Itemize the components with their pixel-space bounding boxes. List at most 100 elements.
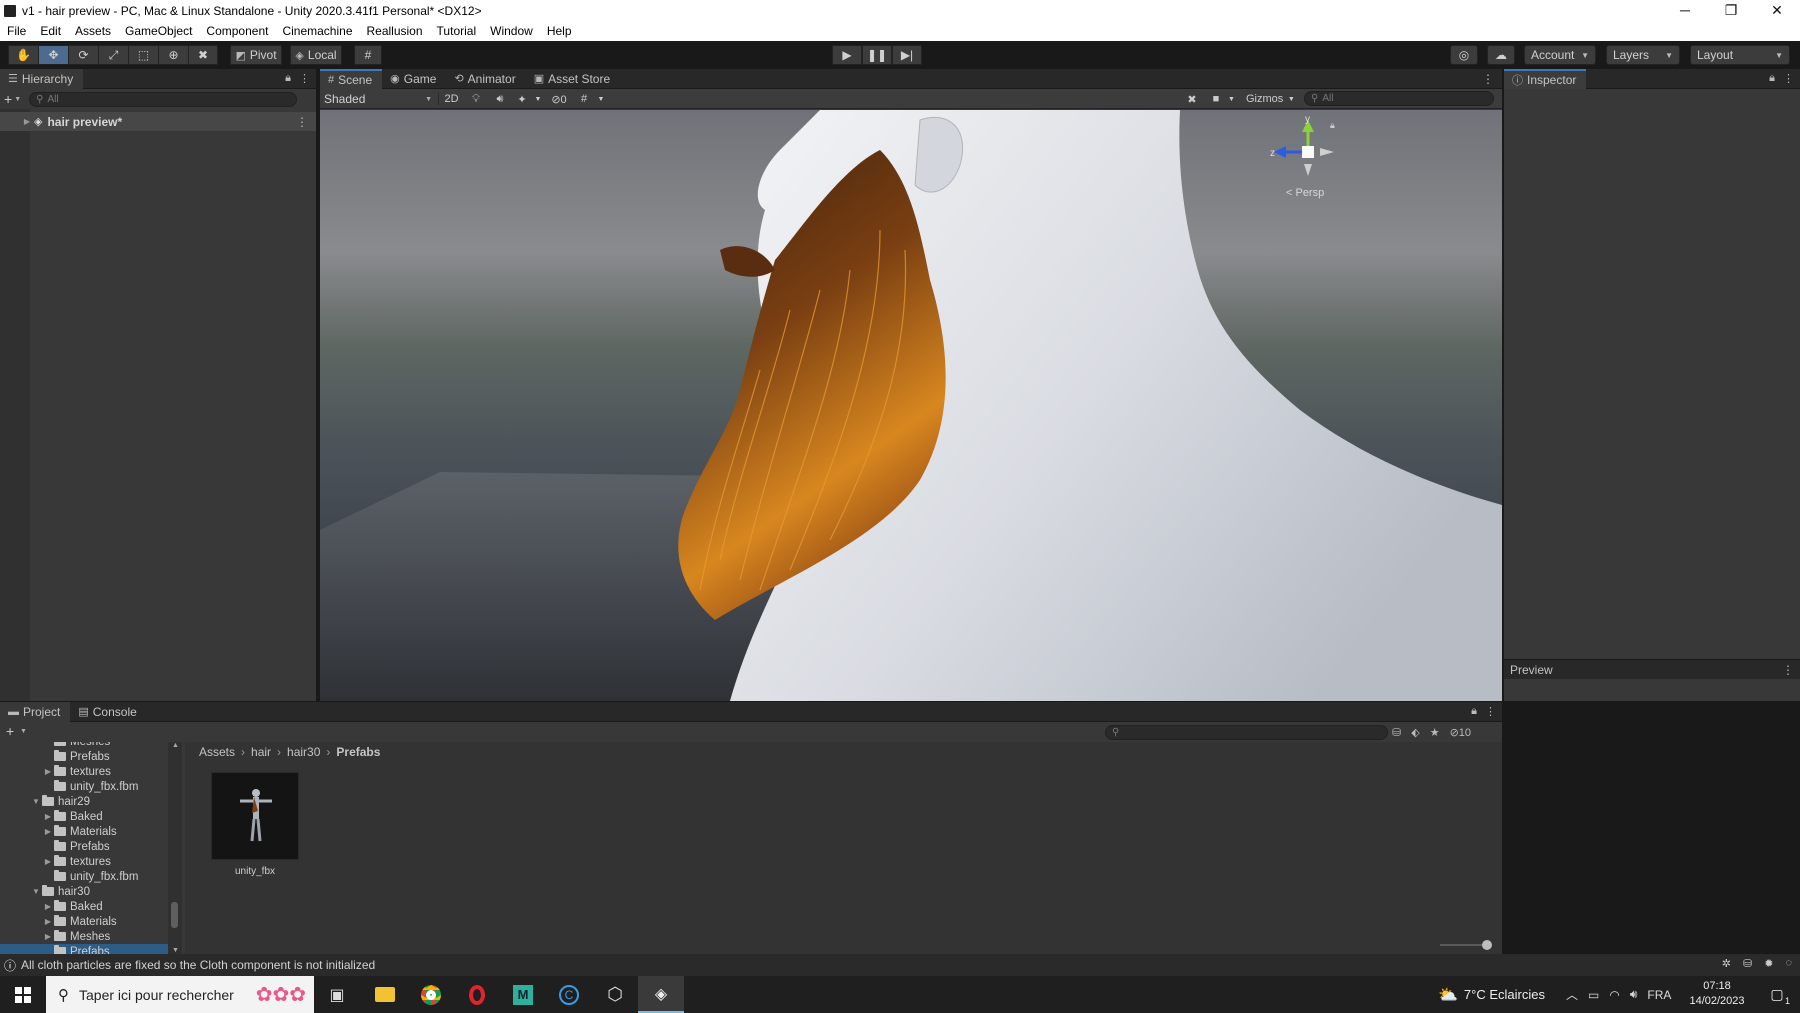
menu-cinemachine[interactable]: Cinemachine <box>275 22 359 41</box>
effects-icon[interactable]: ✦ <box>512 93 532 106</box>
project-search-input[interactable]: ⚲ <box>1105 725 1388 740</box>
hidden-packages-toggle[interactable]: ⊘10 <box>1450 726 1471 739</box>
local-toggle[interactable]: ◈ Local <box>290 45 342 65</box>
tools-icon[interactable]: ✖ <box>1180 93 1204 106</box>
layers-dropdown[interactable]: Layers ▼ <box>1606 45 1680 65</box>
minimize-button[interactable]: ─ <box>1662 0 1708 22</box>
tree-item[interactable]: Meshes <box>0 742 182 749</box>
more-options-icon[interactable]: ⋮ <box>1482 72 1494 86</box>
cloud-icon[interactable]: ☁ <box>1487 45 1515 65</box>
tab-project[interactable]: ▬ Project <box>0 701 71 722</box>
tree-item[interactable]: ▼ hair30 <box>0 884 182 899</box>
transform-tool-icon[interactable]: ⊕ <box>158 45 188 65</box>
scale-tool-icon[interactable]: ⤢ <box>98 45 128 65</box>
tree-item[interactable]: ▶ textures <box>0 764 182 779</box>
tree-item[interactable]: ▶ textures <box>0 854 182 869</box>
expanded-arrow-icon[interactable]: ▼ <box>30 887 42 896</box>
custom-tool-icon[interactable]: ✖ <box>188 45 218 65</box>
unity-editor-taskbar-icon[interactable]: ◈ <box>638 976 684 1013</box>
collapsed-arrow-icon[interactable]: ▶ <box>42 827 54 836</box>
slider-handle[interactable] <box>1482 940 1492 950</box>
tree-scroll-thumb[interactable] <box>171 902 178 928</box>
tree-item[interactable]: unity_fbx.fbm <box>0 779 182 794</box>
breadcrumb-prefabs[interactable]: Prefabs <box>336 745 380 759</box>
chevron-down-icon[interactable]: ▼ <box>20 728 27 735</box>
collab-icon[interactable]: ◎ <box>1450 45 1478 65</box>
tree-item[interactable]: Prefabs <box>0 944 182 954</box>
audio-icon[interactable]: 🔊︎ <box>488 93 512 106</box>
orientation-gizmo[interactable]: y z 🔒︎ <box>1270 114 1335 176</box>
unity-hub-icon[interactable]: ⬡ <box>592 976 638 1013</box>
menu-file[interactable]: File <box>0 22 33 41</box>
menu-assets[interactable]: Assets <box>68 22 118 41</box>
tree-scrollbar[interactable]: ▲ ▼ <box>168 742 182 954</box>
taskbar-search-input[interactable]: ⚲ Taper ici pour rechercher ✿✿✿ <box>46 976 314 1013</box>
tree-item[interactable]: ▶ Materials <box>0 824 182 839</box>
icon-size-slider[interactable] <box>1440 940 1492 950</box>
file-explorer-icon[interactable] <box>362 976 408 1013</box>
rotate-tool-icon[interactable]: ⟳ <box>68 45 98 65</box>
add-icon[interactable]: + <box>4 91 12 107</box>
collapsed-arrow-icon[interactable]: ▶ <box>42 812 54 821</box>
play-button[interactable]: ▶ <box>832 45 862 65</box>
notifications-button[interactable]: ▢ 1 <box>1754 976 1800 1013</box>
2d-toggle[interactable]: 2D <box>438 93 464 105</box>
collapsed-arrow-icon[interactable]: ▶ <box>42 917 54 926</box>
menu-tutorial[interactable]: Tutorial <box>430 22 484 41</box>
chevron-down-icon[interactable]: ▼ <box>14 96 21 103</box>
tab-scene[interactable]: # Scene <box>320 68 383 89</box>
more-options-icon[interactable]: ⋮ <box>1783 72 1794 85</box>
tab-hierarchy[interactable]: ☰ Hierarchy <box>0 68 84 89</box>
chevron-up-icon[interactable]: ︿ <box>1566 986 1578 1003</box>
progress-icon[interactable]: ◌ <box>1785 957 1792 970</box>
projection-label[interactable]: < Persp <box>1286 187 1324 199</box>
menu-component[interactable]: Component <box>199 22 275 41</box>
gizmo-lock-icon[interactable]: 🔒︎ <box>1330 120 1335 130</box>
lock-icon[interactable]: 🔒︎ <box>1769 72 1775 85</box>
expand-arrow-icon[interactable]: ▶ <box>0 117 34 126</box>
more-options-icon[interactable]: ⋮ <box>1485 705 1496 718</box>
lock-icon[interactable]: 🔒︎ <box>285 72 291 85</box>
breadcrumb-hair[interactable]: hair <box>251 745 271 759</box>
tree-item[interactable]: ▶ Baked <box>0 809 182 824</box>
expanded-arrow-icon[interactable]: ▼ <box>30 797 42 806</box>
more-options-icon[interactable]: ⋮ <box>299 72 310 85</box>
volume-icon[interactable]: 🔊︎ <box>1630 987 1638 1002</box>
meshroom-icon[interactable]: M <box>500 976 546 1013</box>
rect-tool-icon[interactable]: ⬚ <box>128 45 158 65</box>
grid-icon[interactable]: # <box>574 93 594 105</box>
more-options-icon[interactable]: ⋮ <box>1782 663 1794 677</box>
cc-icon[interactable]: C <box>546 976 592 1013</box>
favorite-star-icon[interactable]: ★ <box>1430 726 1440 739</box>
chrome-icon[interactable] <box>408 976 454 1013</box>
tree-item[interactable]: Prefabs <box>0 749 182 764</box>
filter-type-icon[interactable]: ⛁ <box>1392 726 1401 739</box>
menu-gameobject[interactable]: GameObject <box>118 22 199 41</box>
tree-item[interactable]: ▶ Meshes <box>0 929 182 944</box>
chevron-down-icon[interactable]: ▼ <box>1283 96 1299 103</box>
scroll-up-icon[interactable]: ▲ <box>172 742 179 749</box>
cache-server-icon[interactable]: ⛁ <box>1743 957 1752 970</box>
restore-button[interactable]: ❐ <box>1708 0 1754 22</box>
account-dropdown[interactable]: Account ▼ <box>1524 45 1596 65</box>
collapsed-arrow-icon[interactable]: ▶ <box>42 902 54 911</box>
more-options-icon[interactable]: ⋮ <box>296 115 308 129</box>
shading-mode-dropdown[interactable]: Shaded ▼ <box>324 91 432 107</box>
meet-now-icon[interactable]: ▭ <box>1588 988 1599 1002</box>
collapsed-arrow-icon[interactable]: ▶ <box>42 857 54 866</box>
hierarchy-scene-row[interactable]: ▶ ◈ hair preview* ⋮ <box>0 112 316 131</box>
step-button[interactable]: ▶| <box>892 45 922 65</box>
clock[interactable]: 07:18 14/02/2023 <box>1684 979 1750 1009</box>
add-icon[interactable]: + <box>6 723 14 739</box>
task-view-icon[interactable]: ▣ <box>314 976 360 1013</box>
scroll-down-icon[interactable]: ▼ <box>172 947 179 954</box>
scene-viewport[interactable]: y z 🔒︎ < Persp <box>320 110 1502 701</box>
close-button[interactable]: ✕ <box>1754 0 1800 22</box>
menu-edit[interactable]: Edit <box>33 22 68 41</box>
tree-item[interactable]: ▶ Baked <box>0 899 182 914</box>
hierarchy-search-input[interactable]: ⚲ All <box>29 91 298 107</box>
tree-item[interactable]: Prefabs <box>0 839 182 854</box>
filter-label-icon[interactable]: ⬖ <box>1411 726 1419 739</box>
tab-animator[interactable]: ⟲ Animator <box>446 69 525 89</box>
auto-generate-lighting-icon[interactable]: ✹ <box>1764 957 1773 970</box>
